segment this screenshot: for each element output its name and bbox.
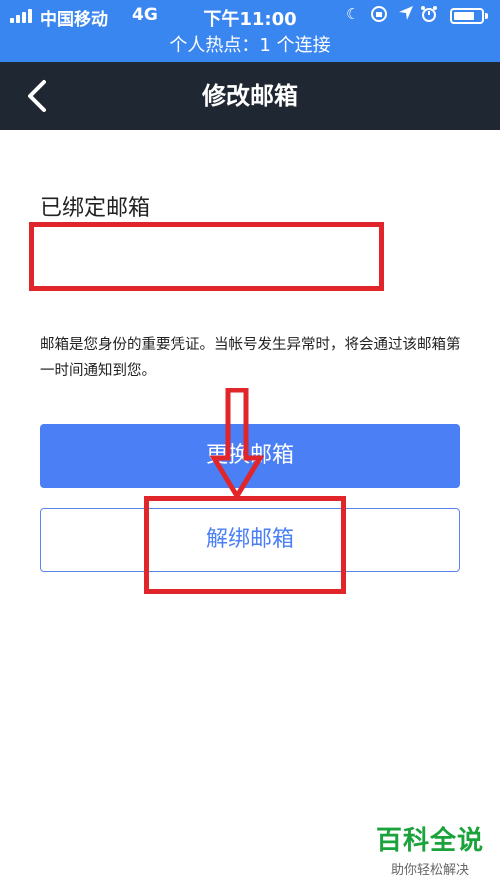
email-highlight-box: [29, 222, 384, 291]
battery-icon: [450, 8, 488, 24]
status-icons: ☾: [346, 5, 438, 27]
alarm-icon: [420, 5, 438, 27]
chevron-left-icon: [28, 80, 46, 112]
watermark-subtitle: 助你轻松解决: [390, 863, 469, 878]
status-bar: 中国移动 4G 下午11:00 ☾ 个人热点：1 个连接: [0, 0, 500, 62]
watermark-logo: 百科全说 助你轻松解决: [376, 820, 484, 878]
status-row: 中国移动 4G 下午11:00 ☾: [0, 0, 500, 32]
down-arrow-annotation: [210, 388, 264, 500]
email-notice-text: 邮箱是您身份的重要凭证。当帐号发生异常时，将会通过该邮箱第一时间通知到您。: [40, 337, 461, 379]
hotspot-banner[interactable]: 个人热点：1 个连接: [0, 32, 500, 62]
bound-email-label: 已绑定邮箱: [40, 196, 151, 221]
rotation-lock-icon: [370, 5, 388, 27]
page-title: 修改邮箱: [202, 82, 298, 110]
watermark-title: 百科全说: [375, 826, 484, 856]
navigation-bar: 修改邮箱: [0, 62, 500, 130]
unbind-highlight-box: [144, 496, 346, 594]
location-icon: [398, 5, 414, 25]
back-button[interactable]: [14, 74, 62, 118]
moon-icon: ☾: [346, 5, 360, 23]
